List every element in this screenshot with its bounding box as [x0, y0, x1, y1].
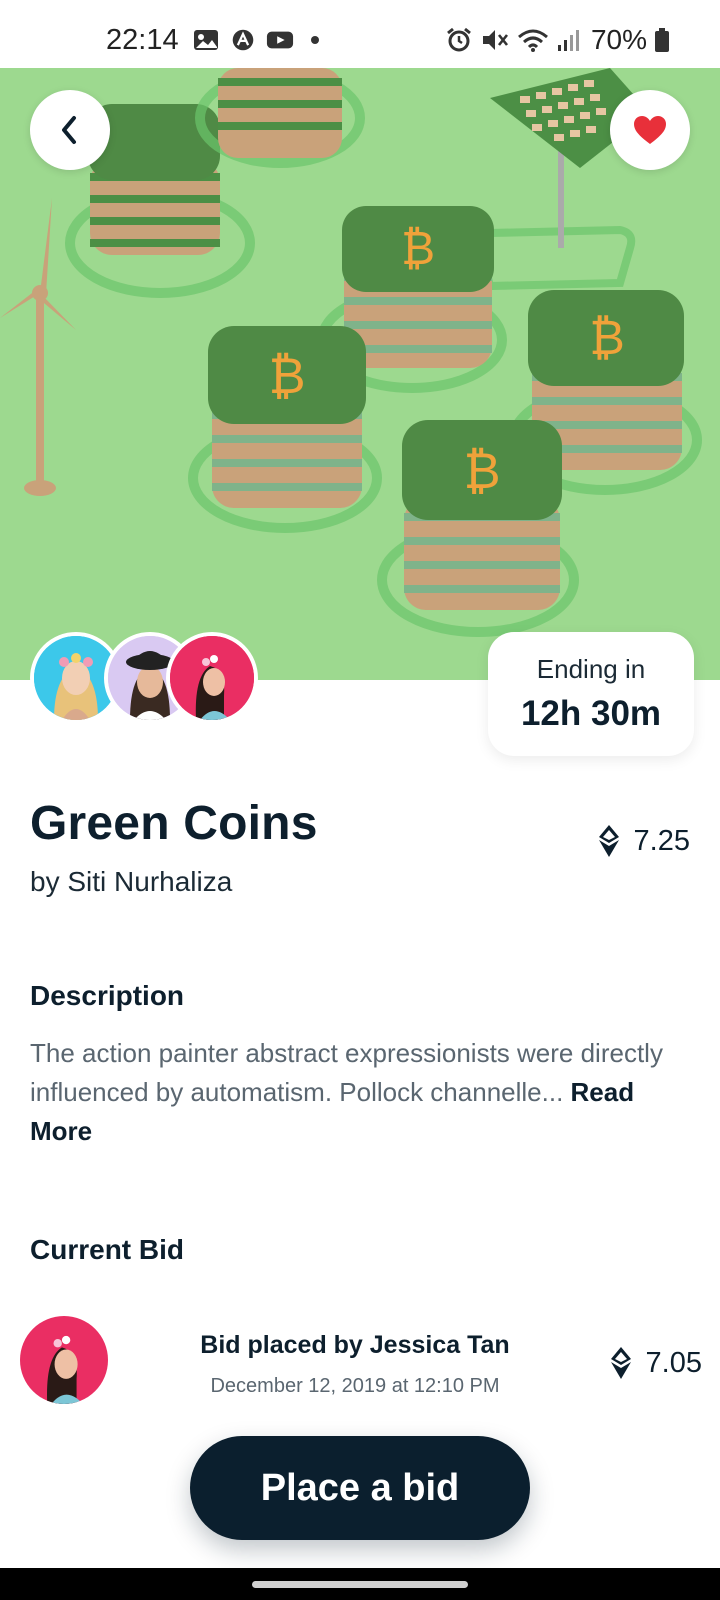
item-title: Green Coins	[30, 797, 318, 850]
item-author: by Siti Nurhaliza	[30, 866, 233, 897]
gallery-icon	[194, 30, 218, 50]
signal-icon	[557, 30, 579, 51]
description-body: The action painter abstract expressionis…	[30, 1038, 663, 1107]
place-bid-button[interactable]: Place a bid	[190, 1436, 530, 1540]
heart-icon	[634, 116, 666, 144]
description-text: The action painter abstract expressionis…	[30, 1034, 670, 1151]
coin-stack-left: ₿	[188, 326, 382, 533]
server-stack-top	[195, 68, 365, 168]
status-right-icons: 70%	[445, 24, 670, 56]
battery-icon	[655, 28, 669, 52]
coin-stack-bottom: ₿	[377, 420, 579, 637]
item-price-value: 7.25	[633, 824, 690, 857]
svg-text:₿: ₿	[401, 221, 435, 275]
svg-text:₿: ₿	[463, 442, 500, 500]
item-price: 7.25	[598, 824, 690, 858]
alarm-icon	[447, 27, 471, 52]
ending-countdown: 12h 30m	[520, 694, 662, 733]
ethereum-icon	[610, 1347, 631, 1379]
wind-turbine-illustration	[0, 198, 76, 496]
bidder-avatar[interactable]	[20, 1316, 108, 1404]
home-handle[interactable]	[252, 1581, 468, 1588]
status-left-icons	[192, 28, 319, 52]
status-bar: 22:14 70%	[0, 0, 720, 68]
youtube-icon	[266, 31, 294, 49]
wifi-icon	[517, 29, 548, 52]
status-time: 22:14	[106, 24, 179, 56]
current-bid-heading: Current Bid	[30, 1234, 184, 1265]
current-bid-price: 7.05	[610, 1346, 702, 1380]
chevron-left-icon	[62, 116, 76, 144]
mute-icon	[482, 30, 508, 50]
svg-text:₿: ₿	[589, 310, 625, 366]
notification-dot	[311, 36, 319, 44]
back-button[interactable]	[30, 90, 110, 170]
bid-placed-by: Bid placed by Jessica Tan	[200, 1331, 510, 1359]
hero-image: ₿ ₿ ₿ ₿	[0, 68, 720, 680]
svg-text:₿: ₿	[268, 347, 305, 405]
like-button[interactable]	[610, 90, 690, 170]
battery-percent: 70%	[590, 24, 647, 55]
ending-label: Ending in	[536, 654, 646, 684]
description-heading: Description	[30, 980, 185, 1011]
avatar-3[interactable]	[166, 632, 258, 724]
current-bid-price-value: 7.05	[645, 1346, 702, 1379]
system-nav-bar	[0, 1568, 720, 1600]
bid-date: December 12, 2019 at 12:10 PM	[210, 1375, 500, 1397]
ending-card: Ending in 12h 30m	[488, 632, 694, 756]
app-icon	[232, 29, 254, 51]
ethereum-icon	[598, 825, 619, 857]
